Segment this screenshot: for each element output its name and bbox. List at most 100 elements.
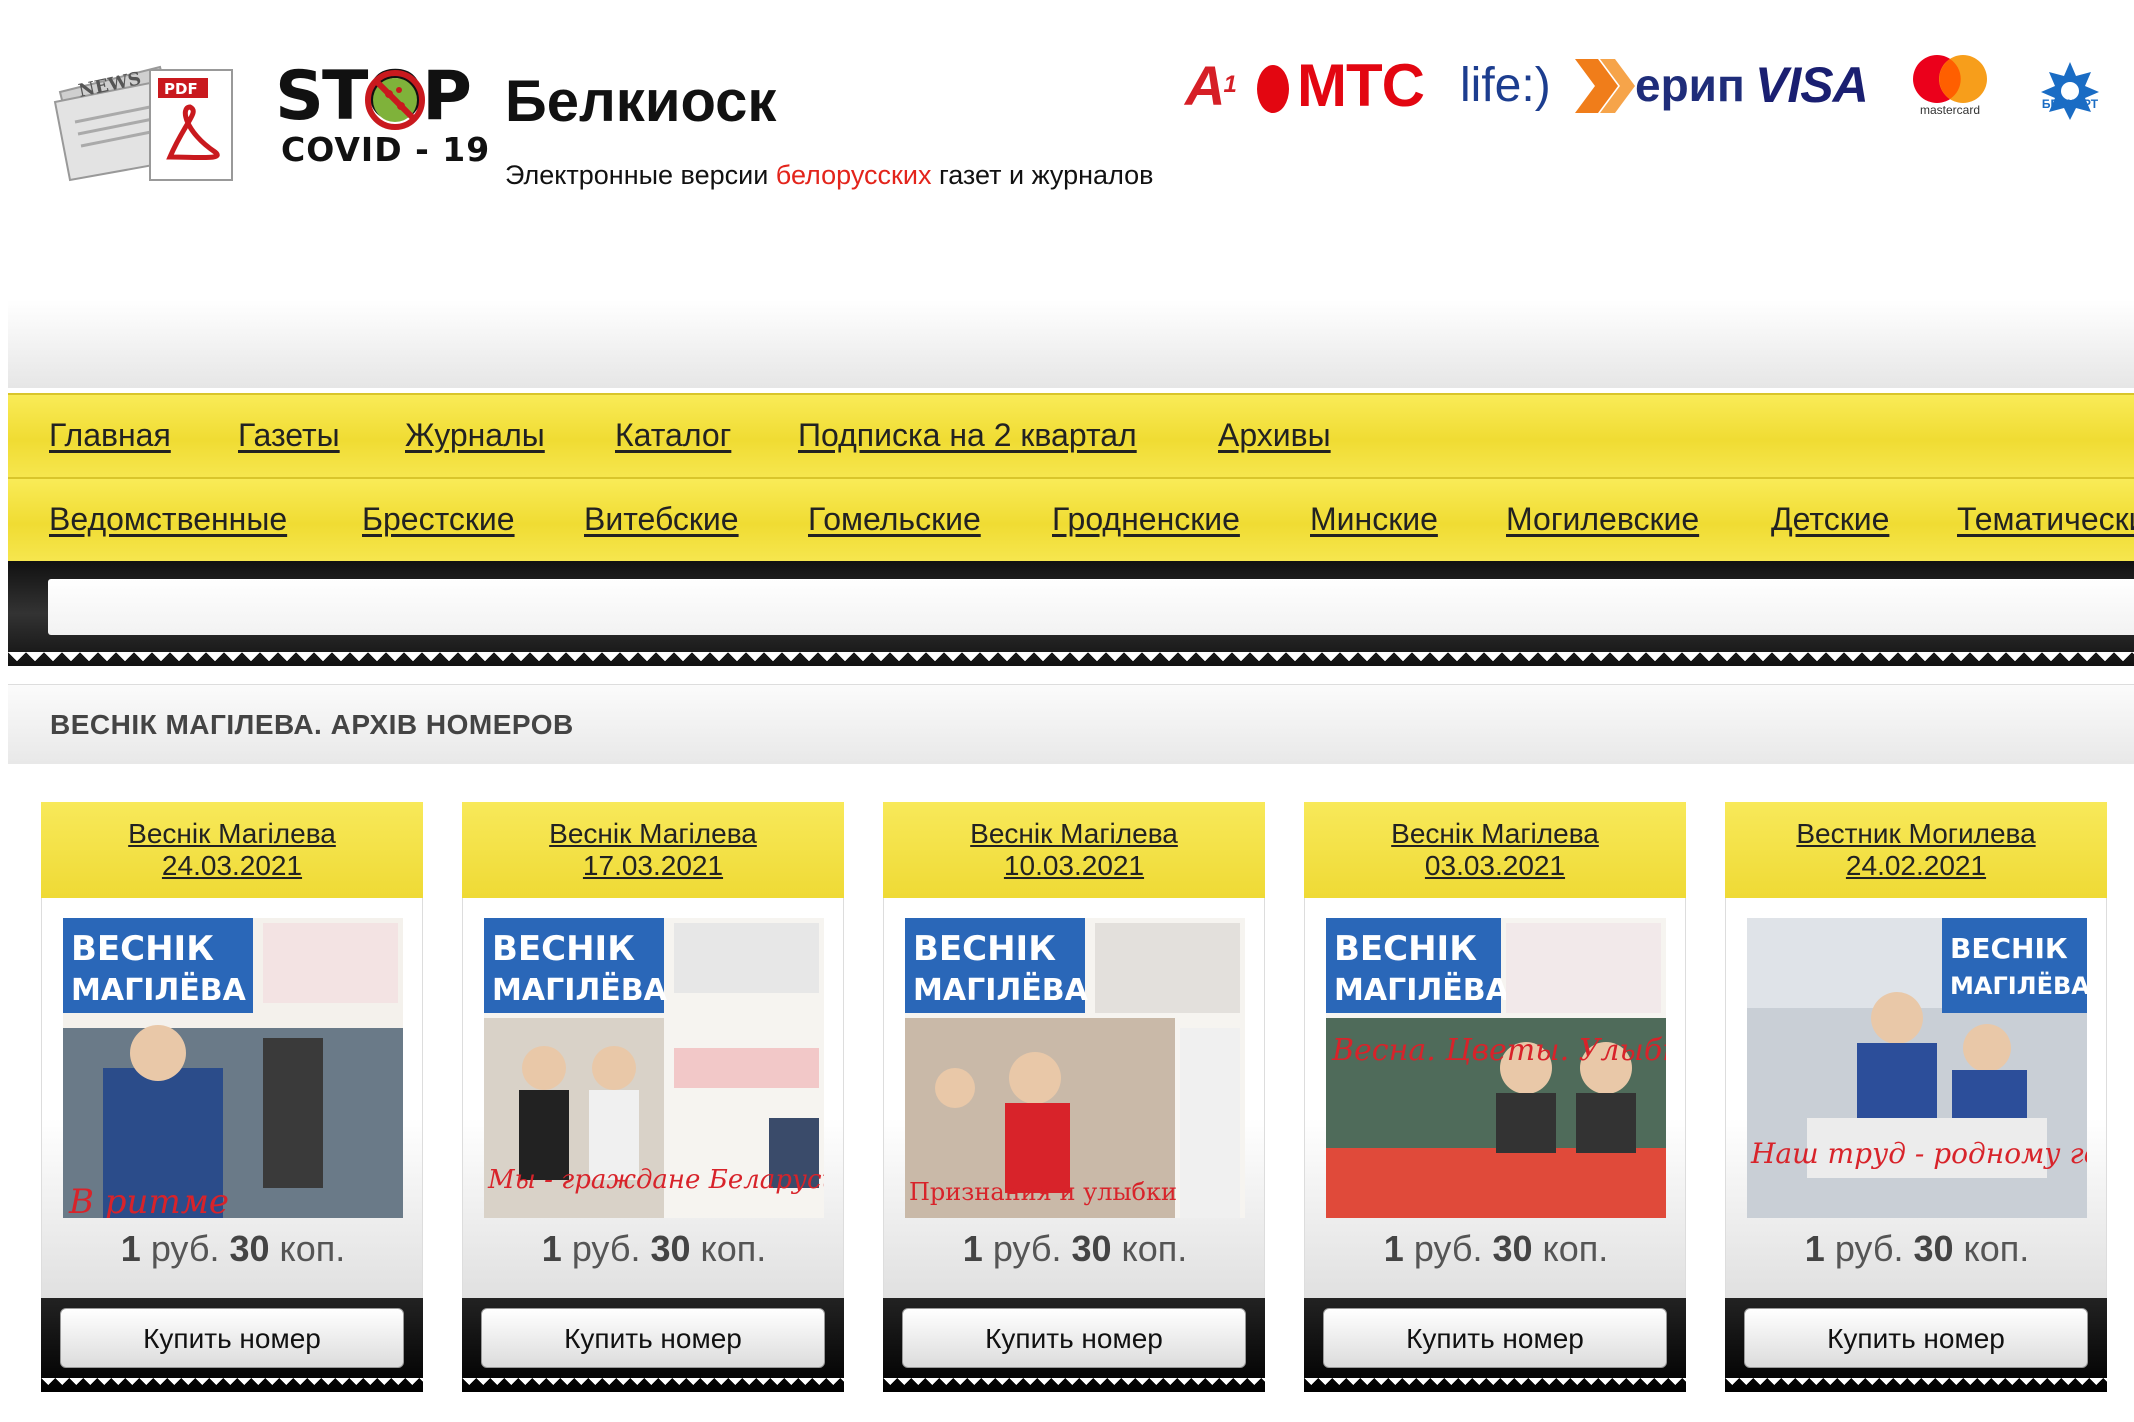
nav-archives[interactable]: Архивы <box>1218 417 1331 454</box>
nav-newspapers[interactable]: Газеты <box>238 417 340 454</box>
site-title[interactable]: Белкиоск <box>505 68 776 135</box>
nav-subscription[interactable]: Подписка на 2 квартал <box>798 417 1137 454</box>
site-header: NEWS PDF STOP COVID - 19 Белкиоск Электр… <box>0 0 2134 345</box>
card-body: ВЕСНІК МАГІЛЁВА Признания и улыбки 1 руб… <box>883 898 1265 1298</box>
issue-price: 1 руб. 30 коп. <box>1726 1228 2108 1270</box>
card-body: ВЕСНІК МАГІЛЁВА Наш труд - родному город… <box>1725 898 2107 1298</box>
mts-logo: МТС <box>1297 51 1425 119</box>
nav-grodno[interactable]: Гродненские <box>1052 501 1240 538</box>
search-bar-field[interactable] <box>48 579 2134 635</box>
cover-headline: Мы - граждане Беларуси! <box>487 1165 824 1195</box>
buy-issue-button[interactable]: Купить номер <box>481 1308 825 1368</box>
a1-sup: 1 <box>1223 71 1236 98</box>
price-kop: 30 <box>1913 1228 1954 1269</box>
issue-price: 1 руб. 30 коп. <box>42 1228 424 1270</box>
primary-nav: Главная Газеты Журналы Каталог Подписка … <box>8 393 2134 479</box>
issue-name: Веснік Магілева <box>128 818 336 849</box>
nav-catalog[interactable]: Каталог <box>615 417 731 454</box>
erip-chevron-icon <box>1575 59 1635 113</box>
issue-cover-image[interactable]: ВЕСНІК МАГІЛЁВА В ритме <box>63 918 403 1218</box>
archive-section-header: ВЕСНІК МАГІЛЕВА. АРХІВ НОМЕРОВ <box>8 684 2134 764</box>
mts-egg-icon <box>1257 65 1289 113</box>
masthead-top: ВЕСНІК <box>492 929 635 969</box>
search-bar-frame <box>8 561 2134 666</box>
masthead-bottom: МАГІЛЁВА <box>1334 972 1510 1008</box>
card-footer: Купить номер <box>1725 1298 2107 1392</box>
nav-home[interactable]: Главная <box>49 417 171 454</box>
buy-issue-button[interactable]: Купить номер <box>1323 1308 1667 1368</box>
buy-issue-button[interactable]: Купить номер <box>60 1308 404 1368</box>
issue-title-link[interactable]: Веснік Магілева 17.03.2021 <box>462 818 844 882</box>
belkart-star-icon <box>2041 62 2099 120</box>
cover-art: ВЕСНІК МАГІЛЁВА Мы - граждане Беларуси! <box>484 918 824 1218</box>
issue-price: 1 руб. 30 коп. <box>463 1228 845 1270</box>
nav-thematic[interactable]: Тематические <box>1957 501 2134 538</box>
kop-label: коп. <box>1121 1228 1188 1269</box>
header-divider-strip <box>8 300 2134 388</box>
masthead-bottom: МАГІЛЁВА <box>913 972 1089 1008</box>
issue-title-link[interactable]: Веснік Магілева 10.03.2021 <box>883 818 1265 882</box>
card-header: Веснік Магілева 17.03.2021 <box>462 802 844 898</box>
masthead-bottom: МАГІЛЁВА <box>71 972 247 1008</box>
price-rub: 1 <box>541 1228 562 1269</box>
issue-price: 1 руб. 30 коп. <box>884 1228 1266 1270</box>
price-kop: 30 <box>1071 1228 1112 1269</box>
card-footer: Купить номер <box>41 1298 423 1392</box>
issue-title-link[interactable]: Вестник Могилева 24.02.2021 <box>1725 818 2107 882</box>
masthead-top: ВЕСНІК <box>913 929 1056 969</box>
issue-cover-image[interactable]: ВЕСНІК МАГІЛЁВА Весна. Цветы. Улыбки. <box>1326 918 1666 1218</box>
stop-covid-logo[interactable]: STOP COVID - 19 <box>275 62 489 172</box>
mastercard-label: mastercard <box>1919 103 1981 117</box>
card-body: ВЕСНІК МАГІЛЁВА В ритме 1 руб. 30 коп. <box>41 898 423 1298</box>
cover-art: ВЕСНІК МАГІЛЁВА Признания и улыбки <box>905 918 1245 1218</box>
masthead-bottom: МАГІЛЁВА <box>1950 971 2087 1000</box>
news-pdf-logo[interactable]: NEWS PDF <box>50 52 240 182</box>
nav-gomel[interactable]: Гомельские <box>808 501 981 538</box>
buy-issue-button[interactable]: Купить номер <box>902 1308 1246 1368</box>
issue-card: Веснік Магілева 10.03.2021 ВЕСНІК МАГІЛЁВ… <box>883 802 1265 1392</box>
buy-issue-button[interactable]: Купить номер <box>1744 1308 2088 1368</box>
nav-minsk[interactable]: Минские <box>1310 501 1438 538</box>
issue-cover-image[interactable]: ВЕСНІК МАГІЛЁВА Мы - граждане Беларуси! <box>484 918 824 1218</box>
pdf-badge-text: PDF <box>164 80 198 98</box>
tagline-after: газет и журналов <box>931 160 1154 190</box>
card-body: ВЕСНІК МАГІЛЁВА Весна. Цветы. Улыбки. 1 … <box>1304 898 1686 1298</box>
card-header: Веснік Магілева 03.03.2021 <box>1304 802 1686 898</box>
price-rub: 1 <box>1804 1228 1825 1269</box>
card-header: Веснік Магілева 10.03.2021 <box>883 802 1265 898</box>
issue-date: 17.03.2021 <box>582 850 724 881</box>
card-footer: Купить номер <box>883 1298 1265 1392</box>
tagline-before: Электронные версии <box>505 160 776 190</box>
issue-cover-image[interactable]: ВЕСНІК МАГІЛЁВА Наш труд - родному город… <box>1747 918 2087 1218</box>
price-kop: 30 <box>229 1228 270 1269</box>
masthead-top: ВЕСНІК <box>1334 929 1477 969</box>
card-header: Веснік Магілева 24.03.2021 <box>41 802 423 898</box>
issue-card: Веснік Магілева 17.03.2021 ВЕСНІК МАГІЛЁВ… <box>462 802 844 1392</box>
price-kop: 30 <box>1492 1228 1533 1269</box>
nav-brest[interactable]: Брестские <box>362 501 515 538</box>
nav-children[interactable]: Детские <box>1771 501 1889 538</box>
issue-date: 03.03.2021 <box>1424 850 1566 881</box>
issue-cover-image[interactable]: ВЕСНІК МАГІЛЁВА Признания и улыбки <box>905 918 1245 1218</box>
payment-logos: A1 МТС life:) ерип VISA mastercard БЕЛКА… <box>1185 45 2130 125</box>
issue-card: Вестник Могилева 24.02.2021 ВЕСНІК МАГІЛЁ… <box>1725 802 2107 1392</box>
nav-magazines[interactable]: Журналы <box>405 417 545 454</box>
issue-date: 24.03.2021 <box>161 850 303 881</box>
rub-label: руб. <box>992 1228 1062 1269</box>
price-kop: 30 <box>650 1228 691 1269</box>
nav-mogilev[interactable]: Могилевские <box>1506 501 1699 538</box>
issue-card: Веснік Магілева 24.03.2021 ВЕСНІК МАГІЛЁВ… <box>41 802 423 1392</box>
tagline-accent: белорусских <box>775 160 932 190</box>
nav-departmental[interactable]: Ведомственные <box>49 501 287 538</box>
issue-name: Веснік Магілева <box>970 818 1178 849</box>
cover-headline: Признания и улыбки <box>909 1178 1177 1206</box>
nav-vitebsk[interactable]: Витебские <box>584 501 739 538</box>
issue-title-link[interactable]: Веснік Магілева 24.03.2021 <box>41 818 423 882</box>
cover-art: ВЕСНІК МАГІЛЁВА Весна. Цветы. Улыбки. <box>1326 918 1666 1218</box>
price-rub: 1 <box>1383 1228 1404 1269</box>
masthead-bottom: МАГІЛЁВА <box>492 972 668 1008</box>
cover-headline: Наш труд - родному городу! <box>1750 1137 2087 1170</box>
zigzag-edge <box>1725 1378 2107 1392</box>
covid-subtitle: COVID - 19 <box>281 130 491 169</box>
issue-title-link[interactable]: Веснік Магілева 03.03.2021 <box>1304 818 1686 882</box>
